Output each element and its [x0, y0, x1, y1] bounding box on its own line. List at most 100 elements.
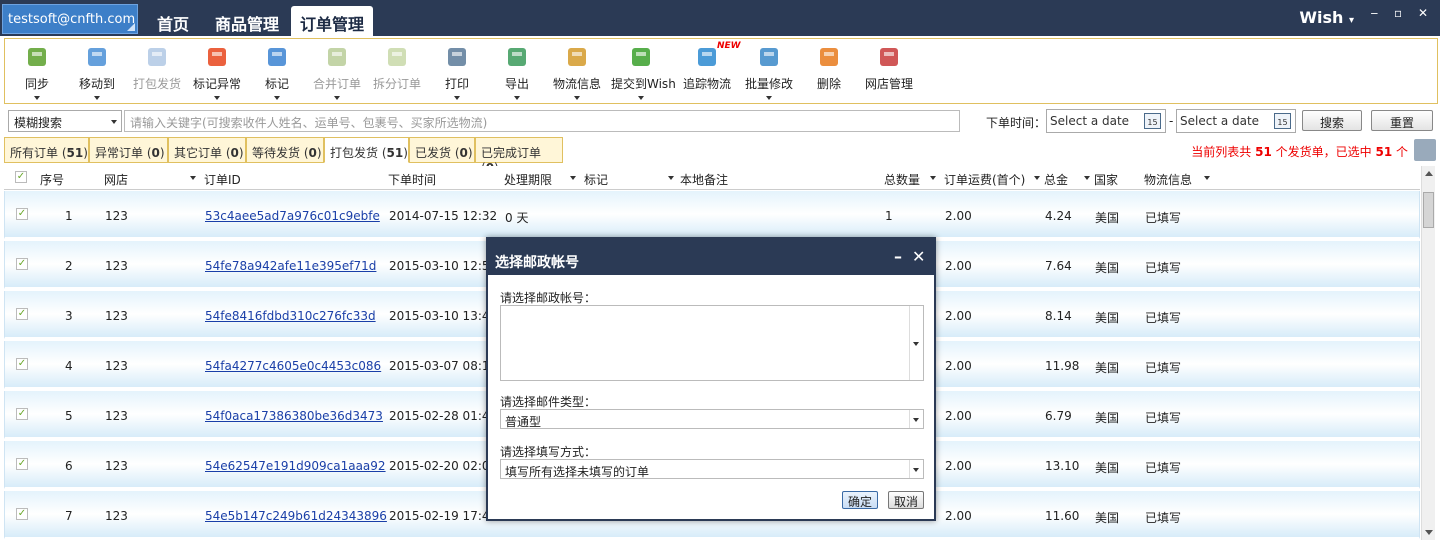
- status-tab-0[interactable]: 所有订单 (51): [4, 137, 89, 163]
- account-switcher[interactable]: testsoft@cnfth.com: [2, 4, 138, 34]
- chevron-down-icon[interactable]: [766, 96, 772, 100]
- cell-order-id[interactable]: 54f0aca17386380be36d3473: [205, 409, 383, 423]
- toolbar-button-12[interactable]: 批量修改: [739, 45, 799, 101]
- cell-order-id[interactable]: 54fe78a942afe11e395ef71d: [205, 259, 376, 273]
- toolbar-button-14[interactable]: 网店管理: [859, 45, 919, 101]
- col-total-header[interactable]: 总金: [1044, 171, 1068, 188]
- toolbar-button-1[interactable]: 移动到: [67, 45, 127, 101]
- close-icon[interactable]: ✕: [912, 247, 925, 266]
- col-logistics-header[interactable]: 物流信息: [1144, 171, 1192, 188]
- vertical-scrollbar[interactable]: [1421, 166, 1435, 540]
- row-checkbox[interactable]: ✓: [16, 408, 28, 420]
- calendar-icon[interactable]: 15: [1144, 113, 1161, 129]
- nav-products[interactable]: 商品管理: [215, 6, 279, 36]
- col-shop-header[interactable]: 网店: [104, 171, 128, 188]
- date-range-dash: -: [1169, 114, 1174, 128]
- row-checkbox[interactable]: ✓: [16, 458, 28, 470]
- col-seq-header[interactable]: 序号: [40, 171, 64, 188]
- toolbar-button-label: 追踪物流: [682, 77, 731, 91]
- toolbar-button-9[interactable]: 物流信息: [547, 45, 607, 101]
- column-settings-icon[interactable]: [1414, 139, 1436, 161]
- confirm-button[interactable]: 确定: [842, 491, 878, 509]
- postal-account-select[interactable]: [500, 305, 924, 381]
- col-order-id-header[interactable]: 订单ID: [204, 171, 241, 188]
- calendar-icon[interactable]: 15: [1274, 113, 1291, 129]
- chevron-down-icon[interactable]: [34, 96, 40, 100]
- row-checkbox[interactable]: ✓: [16, 258, 28, 270]
- chevron-down-icon[interactable]: [94, 96, 100, 100]
- toolbar-button-7[interactable]: 打印: [427, 45, 487, 101]
- search-button[interactable]: 搜索: [1302, 110, 1362, 131]
- chevron-down-icon[interactable]: [454, 96, 460, 100]
- chevron-down-icon[interactable]: [214, 96, 220, 100]
- cell-order-id[interactable]: 53c4aee5ad7a976c01c9ebfe: [205, 209, 380, 223]
- cell-logistics: 已填写: [1145, 511, 1182, 525]
- toolbar-button-11[interactable]: NEW 追踪物流: [677, 41, 741, 101]
- status-tab-2[interactable]: 其它订单 (0): [168, 137, 246, 163]
- postal-account-dialog: 选择邮政帐号 – ✕ 请选择邮政帐号： 请选择邮件类型： 普通型 请选择填写方式…: [486, 237, 936, 521]
- toolbar-button-10[interactable]: 提交到Wish: [611, 45, 676, 101]
- col-country-header[interactable]: 国家: [1094, 171, 1118, 188]
- chevron-down-icon[interactable]: [638, 96, 644, 100]
- nav-orders[interactable]: 订单管理: [291, 6, 374, 36]
- row-checkbox[interactable]: ✓: [16, 208, 28, 220]
- reset-button[interactable]: 重置: [1371, 110, 1433, 131]
- toolbar-button-2[interactable]: 打包发货: [127, 45, 187, 101]
- cell-order-id[interactable]: 54e62547e191d909ca1aaa92: [205, 459, 386, 473]
- scroll-down-icon[interactable]: [1425, 530, 1433, 535]
- fill-mode-select[interactable]: 填写所有选择未填写的订单: [500, 459, 924, 479]
- minimize-icon[interactable]: –: [894, 247, 902, 266]
- keyword-input[interactable]: 请输入关键字(可搜索收件人姓名、运单号、包裹号、买家所选物流): [124, 110, 960, 132]
- col-total-qty-header[interactable]: 总数量: [884, 171, 920, 188]
- select-all-checkbox[interactable]: ✓: [15, 171, 27, 183]
- chevron-down-icon[interactable]: [574, 96, 580, 100]
- status-tab-3[interactable]: 等待发货 (0): [246, 137, 324, 163]
- chevron-down-icon[interactable]: [274, 96, 280, 100]
- toolbar-button-0[interactable]: 同步: [7, 45, 67, 101]
- cell-order-id[interactable]: 54fe8416fdbd310c276fc33d: [205, 309, 376, 323]
- platform-selector[interactable]: Wish ▾: [1299, 8, 1354, 27]
- cell-total: 6.79: [1045, 409, 1072, 423]
- cell-order-id[interactable]: 54fa4277c4605e0c4453c086: [205, 359, 381, 373]
- status-tab-1[interactable]: 异常订单 (0): [89, 137, 168, 163]
- scroll-thumb[interactable]: [1423, 192, 1434, 228]
- col-deadline-header[interactable]: 处理期限: [504, 171, 552, 188]
- col-mark-header[interactable]: 标记: [584, 171, 608, 188]
- cancel-button[interactable]: 取消: [888, 491, 924, 509]
- row-checkbox[interactable]: ✓: [16, 308, 28, 320]
- chevron-down-icon[interactable]: [514, 96, 520, 100]
- cell-country: 美国: [1095, 261, 1120, 275]
- selection-summary: 当前列表共 51 个发货单，已选中 51 个: [1191, 143, 1408, 160]
- cell-qty: 1: [885, 209, 893, 223]
- search-mode-select[interactable]: 模糊搜索: [8, 110, 122, 132]
- toolbar-button-5[interactable]: 合并订单: [307, 45, 367, 101]
- cell-country: 美国: [1095, 211, 1120, 225]
- toolbar-button-8[interactable]: 导出: [487, 45, 547, 101]
- nav-home[interactable]: 首页: [157, 6, 189, 36]
- table-row[interactable]: ✓ 1 123 53c4aee5ad7a976c01c9ebfe 2014-07-15 …: [4, 191, 1420, 239]
- chevron-down-icon: [570, 176, 576, 180]
- toolbar-button-6[interactable]: 拆分订单: [367, 45, 427, 101]
- status-tab-4[interactable]: 打包发货 (51): [324, 137, 409, 163]
- row-checkbox[interactable]: ✓: [16, 508, 28, 520]
- status-tab-5[interactable]: 已发货 (0): [409, 137, 475, 163]
- cell-time: 2015-02-28 01:42: [389, 409, 498, 423]
- cell-time: 2015-03-10 13:41: [389, 309, 498, 323]
- col-freight-header[interactable]: 订单运费(首个): [944, 171, 1025, 188]
- toolbar-button-3[interactable]: 标记异常: [187, 45, 247, 101]
- scroll-up-icon[interactable]: [1425, 171, 1433, 176]
- status-tab-6[interactable]: 已完成订单 (0): [475, 137, 563, 175]
- row-checkbox[interactable]: ✓: [16, 358, 28, 370]
- chevron-down-icon[interactable]: [334, 96, 340, 100]
- window-controls[interactable]: ‒ ▫ ✕: [1371, 6, 1434, 20]
- date-from-input[interactable]: Select a date 15: [1046, 109, 1166, 133]
- date-to-input[interactable]: Select a date 15: [1176, 109, 1296, 133]
- mail-type-select[interactable]: 普通型: [500, 409, 924, 429]
- chevron-down-icon: [913, 468, 919, 472]
- toolbar-button-4[interactable]: 标记: [247, 45, 307, 101]
- toolbar-button-13[interactable]: 删除: [799, 45, 859, 101]
- cell-order-id[interactable]: 54e5b147c249b61d24343896: [205, 509, 387, 523]
- status-tab-label: 已发货: [415, 146, 452, 160]
- col-local-note-header[interactable]: 本地备注: [680, 171, 728, 188]
- col-order-time-header[interactable]: 下单时间: [388, 171, 436, 188]
